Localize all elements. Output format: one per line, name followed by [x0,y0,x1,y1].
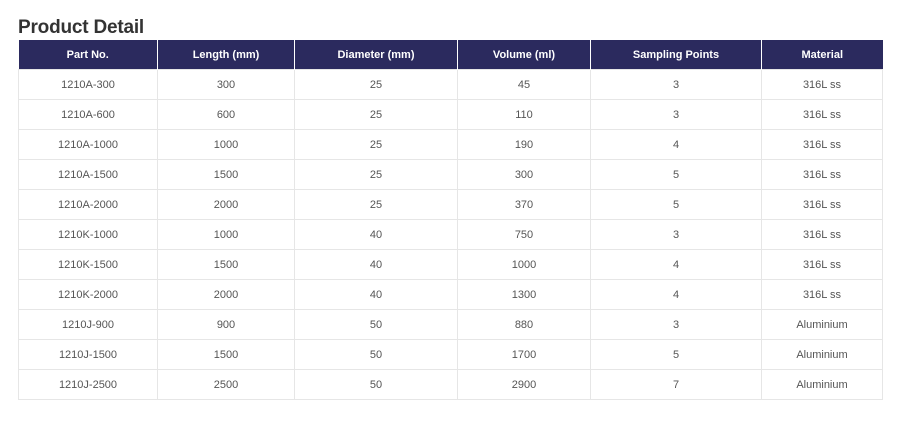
cell-diameter: 50 [294,369,458,400]
table-row: 1210A-1500 1500 25 300 5 316L ss [18,159,883,190]
cell-material: 316L ss [761,219,883,250]
cell-sampling-points: 3 [590,69,762,100]
cell-material: 316L ss [761,69,883,100]
cell-material: 316L ss [761,189,883,220]
cell-volume: 880 [457,309,591,340]
cell-length: 2000 [157,279,295,310]
cell-material: 316L ss [761,279,883,310]
cell-diameter: 40 [294,219,458,250]
cell-part-no: 1210A-600 [18,99,158,130]
cell-volume: 750 [457,219,591,250]
cell-part-no: 1210K-2000 [18,279,158,310]
cell-sampling-points: 3 [590,99,762,130]
table-row: 1210A-1000 1000 25 190 4 316L ss [18,129,883,160]
cell-length: 600 [157,99,295,130]
cell-part-no: 1210A-2000 [18,189,158,220]
product-detail-table: Part No. Length (mm) Diameter (mm) Volum… [18,40,883,400]
cell-diameter: 25 [294,99,458,130]
cell-length: 1000 [157,219,295,250]
cell-diameter: 40 [294,249,458,280]
column-header-part-no: Part No. [18,40,158,70]
cell-volume: 110 [457,99,591,130]
cell-volume: 1300 [457,279,591,310]
table-row: 1210A-600 600 25 110 3 316L ss [18,99,883,130]
cell-length: 900 [157,309,295,340]
table-header: Part No. Length (mm) Diameter (mm) Volum… [18,40,883,70]
column-header-sampling-points: Sampling Points [590,40,762,70]
cell-diameter: 25 [294,129,458,160]
page-title: Product Detail [18,17,144,38]
cell-part-no: 1210A-1000 [18,129,158,160]
cell-material: 316L ss [761,129,883,160]
table-row: 1210K-2000 2000 40 1300 4 316L ss [18,279,883,310]
column-header-volume: Volume (ml) [457,40,591,70]
cell-sampling-points: 4 [590,279,762,310]
cell-length: 2500 [157,369,295,400]
cell-material: 316L ss [761,159,883,190]
cell-material: Aluminium [761,309,883,340]
cell-volume: 45 [457,69,591,100]
cell-volume: 370 [457,189,591,220]
cell-diameter: 40 [294,279,458,310]
cell-sampling-points: 3 [590,219,762,250]
cell-material: Aluminium [761,339,883,370]
table-row: 1210K-1000 1000 40 750 3 316L ss [18,219,883,250]
cell-sampling-points: 4 [590,129,762,160]
cell-length: 300 [157,69,295,100]
column-header-length: Length (mm) [157,40,295,70]
table-header-row: Part No. Length (mm) Diameter (mm) Volum… [18,40,883,70]
cell-volume: 300 [457,159,591,190]
cell-diameter: 25 [294,159,458,190]
cell-volume: 190 [457,129,591,160]
cell-sampling-points: 7 [590,369,762,400]
cell-sampling-points: 3 [590,309,762,340]
column-header-diameter: Diameter (mm) [294,40,458,70]
cell-part-no: 1210J-2500 [18,369,158,400]
cell-material: 316L ss [761,249,883,280]
cell-diameter: 50 [294,309,458,340]
cell-part-no: 1210A-300 [18,69,158,100]
cell-diameter: 25 [294,189,458,220]
cell-volume: 1000 [457,249,591,280]
table-row: 1210A-2000 2000 25 370 5 316L ss [18,189,883,220]
cell-diameter: 25 [294,69,458,100]
cell-sampling-points: 5 [590,189,762,220]
cell-length: 2000 [157,189,295,220]
cell-length: 1500 [157,159,295,190]
table-row: 1210A-300 300 25 45 3 316L ss [18,69,883,100]
cell-diameter: 50 [294,339,458,370]
cell-part-no: 1210J-1500 [18,339,158,370]
cell-part-no: 1210A-1500 [18,159,158,190]
cell-part-no: 1210K-1000 [18,219,158,250]
table-row: 1210J-2500 2500 50 2900 7 Aluminium [18,369,883,400]
table-body: 1210A-300 300 25 45 3 316L ss 1210A-600 … [18,69,883,400]
cell-length: 1500 [157,339,295,370]
cell-volume: 1700 [457,339,591,370]
table-row: 1210K-1500 1500 40 1000 4 316L ss [18,249,883,280]
cell-length: 1000 [157,129,295,160]
cell-volume: 2900 [457,369,591,400]
cell-part-no: 1210J-900 [18,309,158,340]
cell-material: 316L ss [761,99,883,130]
cell-length: 1500 [157,249,295,280]
table-row: 1210J-1500 1500 50 1700 5 Aluminium [18,339,883,370]
cell-part-no: 1210K-1500 [18,249,158,280]
cell-sampling-points: 5 [590,159,762,190]
cell-material: Aluminium [761,369,883,400]
column-header-material: Material [761,40,883,70]
cell-sampling-points: 4 [590,249,762,280]
cell-sampling-points: 5 [590,339,762,370]
table-row: 1210J-900 900 50 880 3 Aluminium [18,309,883,340]
